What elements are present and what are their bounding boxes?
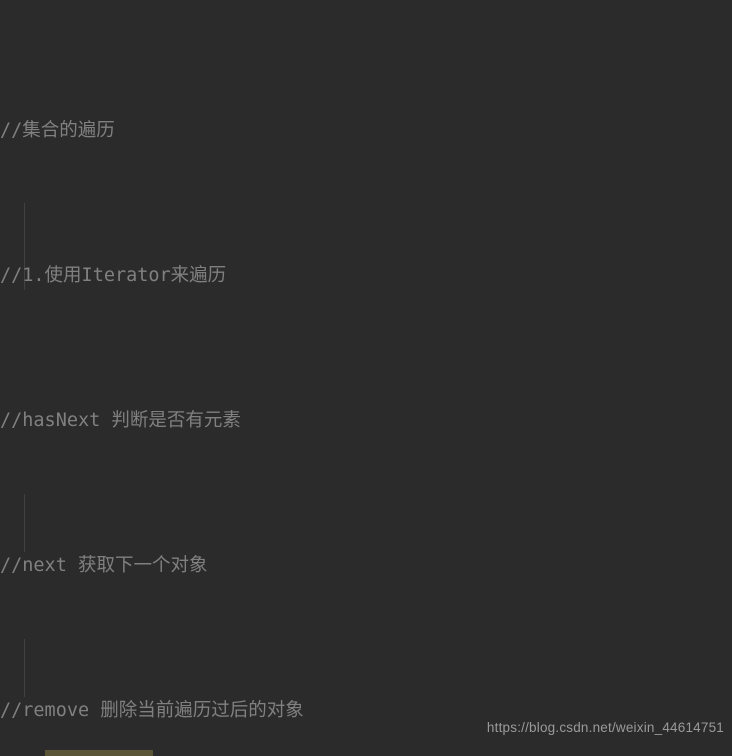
comment-text: //next 获取下一个对象 (0, 555, 208, 576)
clipped-highlight-token (45, 750, 153, 756)
comment-text: //remove 删除当前遍历过后的对象 (0, 700, 304, 721)
code-line[interactable]: //1.使用Iterator来遍历 (0, 261, 732, 290)
code-editor[interactable]: //集合的遍历 //1.使用Iterator来遍历 //hasNext 判断是否… (0, 0, 732, 756)
code-content[interactable]: //集合的遍历 //1.使用Iterator来遍历 //hasNext 判断是否… (0, 0, 732, 756)
code-line[interactable]: //集合的遍历 (0, 116, 732, 145)
watermark-url: https://blog.csdn.net/weixin_44614751 (486, 720, 724, 735)
comment-text: //集合的遍历 (0, 120, 115, 141)
code-line[interactable]: //hasNext 判断是否有元素 (0, 406, 732, 435)
code-line[interactable]: //next 获取下一个对象 (0, 551, 732, 580)
comment-text: //hasNext 判断是否有元素 (0, 410, 241, 431)
comment-text: //1.使用Iterator来遍历 (0, 265, 227, 286)
